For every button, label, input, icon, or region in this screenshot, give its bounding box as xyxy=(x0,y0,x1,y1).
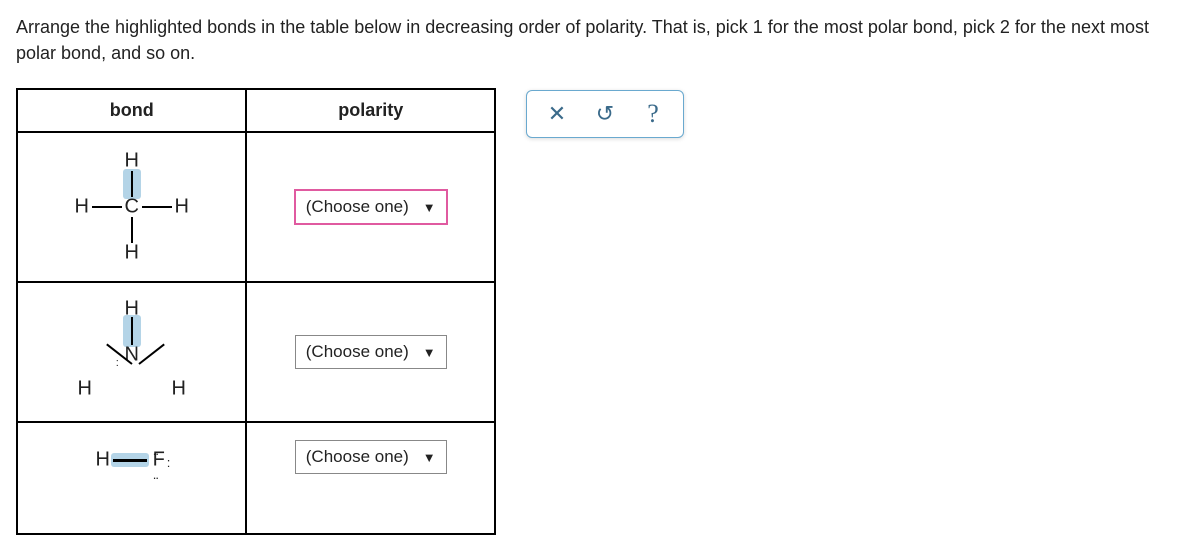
help-button[interactable]: ? xyxy=(629,94,677,134)
reset-icon: ↺ xyxy=(596,101,614,127)
lone-pair: .. xyxy=(153,443,158,458)
bond-table: bond polarity C H H H H xyxy=(16,88,496,535)
dropdown-label: (Choose one) xyxy=(306,342,409,362)
bond-line xyxy=(142,206,172,208)
atom-h-right: H xyxy=(174,196,188,219)
reset-button[interactable]: ↺ xyxy=(581,94,629,134)
atom-c: C xyxy=(124,196,138,219)
atom-h-bottom: H xyxy=(124,242,138,265)
molecule-hf: H F : .. .. xyxy=(67,437,197,483)
bond-cell-ch4: C H H H H xyxy=(17,132,246,282)
chevron-down-icon: ▼ xyxy=(423,345,436,360)
atom-h: H xyxy=(95,449,109,472)
dropdown-label: (Choose one) xyxy=(306,447,409,467)
bond-cell-hf: H F : .. .. xyxy=(17,422,246,534)
table-row: C H H H H (Choose one) ▼ xyxy=(17,132,495,282)
chevron-down-icon: ▼ xyxy=(423,200,436,215)
dropdown-label: (Choose one) xyxy=(306,197,409,217)
table-row: N H H H : (Choose one) ▼ xyxy=(17,282,495,422)
bond-line xyxy=(113,459,147,462)
molecule-nh3: N H H H : xyxy=(57,297,207,407)
chevron-down-icon: ▼ xyxy=(423,450,436,465)
polarity-select-1[interactable]: (Choose one) ▼ xyxy=(294,189,448,225)
atom-h-top: H xyxy=(124,150,138,173)
lone-pair: : xyxy=(116,357,118,369)
bond-line xyxy=(131,317,133,345)
instructions-text: Arrange the highlighted bonds in the tab… xyxy=(16,14,1184,66)
bond-line xyxy=(92,206,122,208)
help-icon: ? xyxy=(647,99,659,129)
action-toolbar: ✕ ↺ ? xyxy=(526,90,684,138)
lone-pair: .. xyxy=(153,467,158,482)
close-icon: ✕ xyxy=(548,101,566,127)
polarity-select-3[interactable]: (Choose one) ▼ xyxy=(295,440,447,474)
polarity-cell: (Choose one) ▼ xyxy=(246,132,495,282)
bond-line xyxy=(131,171,133,197)
polarity-cell: (Choose one) ▼ xyxy=(246,282,495,422)
bond-cell-nh3: N H H H : xyxy=(17,282,246,422)
molecule-ch4: C H H H H xyxy=(62,147,202,267)
bond-line xyxy=(131,217,133,243)
atom-h-left: H xyxy=(77,378,91,401)
column-header-polarity: polarity xyxy=(246,89,495,132)
lone-pair: : xyxy=(167,455,170,470)
polarity-cell: (Choose one) ▼ xyxy=(246,422,495,534)
atom-h-left: H xyxy=(74,196,88,219)
column-header-bond: bond xyxy=(17,89,246,132)
close-button[interactable]: ✕ xyxy=(533,94,581,134)
atom-h-right: H xyxy=(171,378,185,401)
table-row: H F : .. .. (Choose one) ▼ xyxy=(17,422,495,534)
bond-line xyxy=(138,344,164,365)
polarity-select-2[interactable]: (Choose one) ▼ xyxy=(295,335,447,369)
